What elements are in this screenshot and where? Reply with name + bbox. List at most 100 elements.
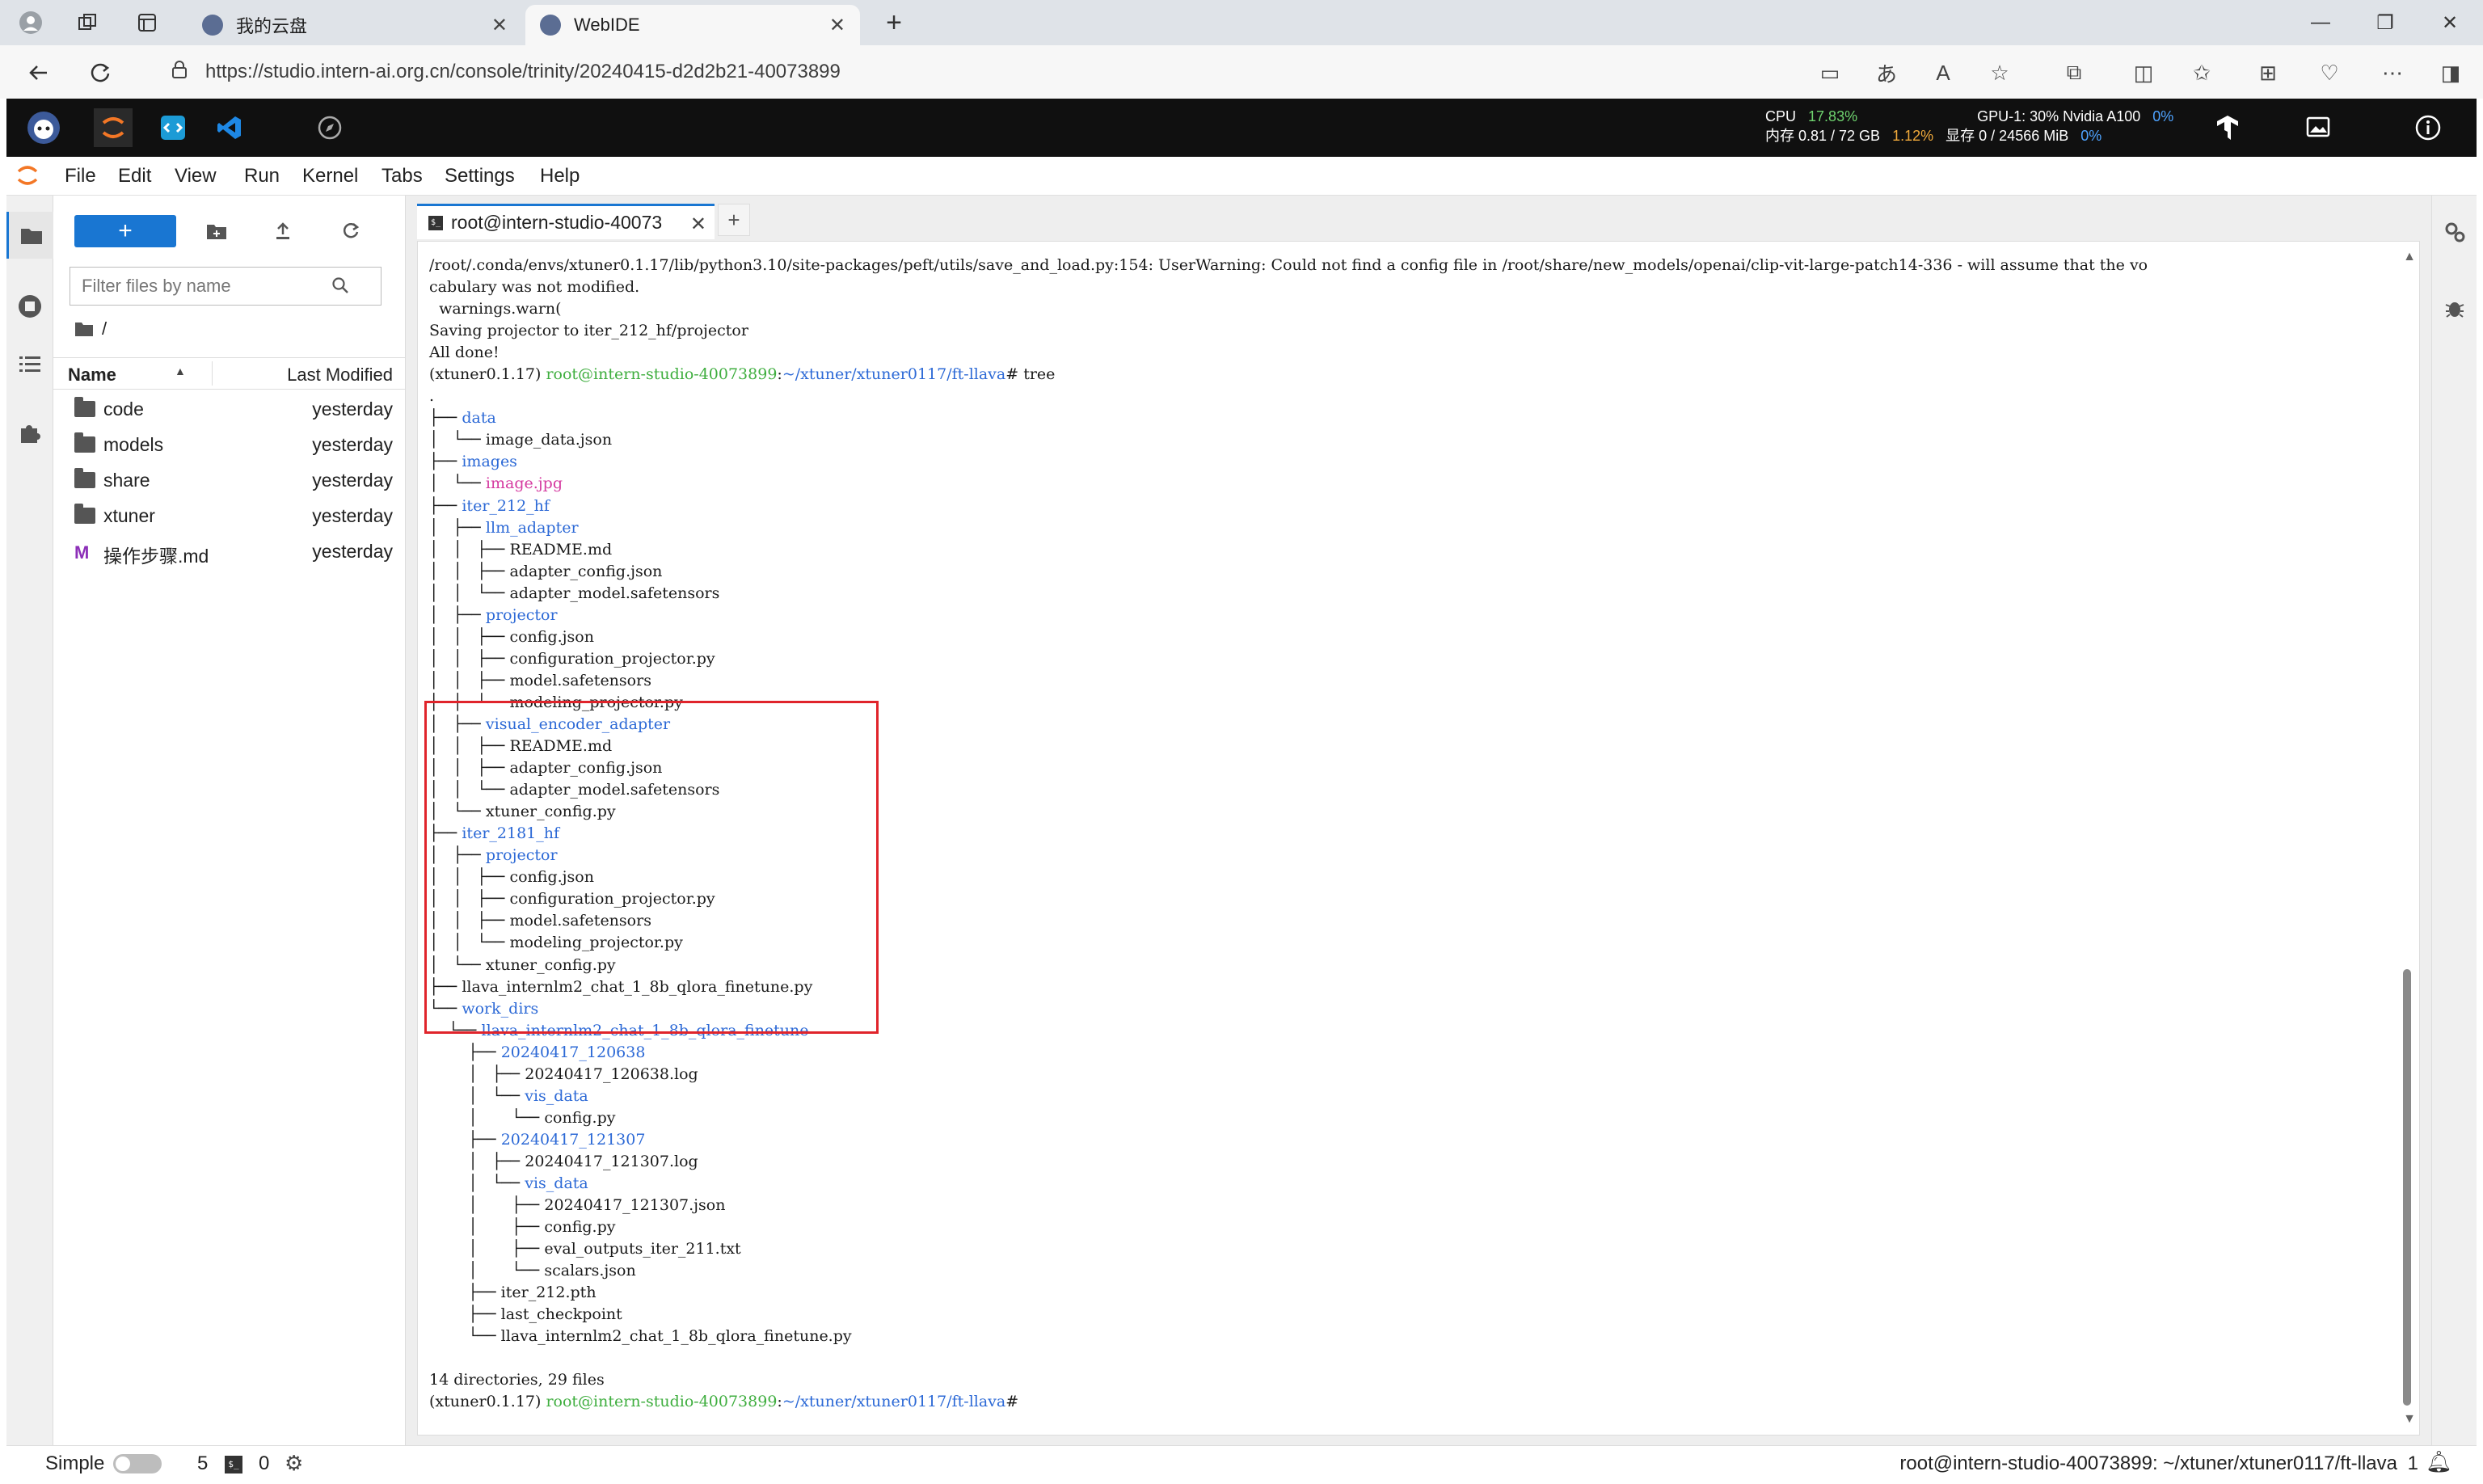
jupyter-logo-icon bbox=[16, 163, 40, 188]
home-folder-icon[interactable] bbox=[74, 321, 94, 337]
markdown-file-icon: M bbox=[74, 542, 90, 563]
scroll-up-arrow-icon[interactable]: ▲ bbox=[2403, 250, 2416, 264]
split-screen-icon[interactable]: ◫ bbox=[2126, 55, 2161, 91]
intern-logo-icon[interactable] bbox=[24, 108, 63, 147]
simple-mode-toggle[interactable] bbox=[113, 1454, 162, 1473]
menu-settings[interactable]: Settings bbox=[445, 165, 515, 188]
menu-tabs[interactable]: Tabs bbox=[382, 165, 423, 188]
menu-edit[interactable]: Edit bbox=[118, 165, 151, 188]
terminal-text: ├── bbox=[429, 1130, 501, 1149]
reload-icon[interactable] bbox=[82, 55, 118, 91]
tab-terminal-label: root@intern-studio-40073 bbox=[451, 212, 663, 233]
image-tool-icon[interactable] bbox=[2300, 110, 2336, 145]
translate-icon[interactable]: あ bbox=[1869, 55, 1904, 91]
tensorflow-icon[interactable] bbox=[2210, 110, 2245, 145]
profile-icon[interactable] bbox=[15, 6, 47, 39]
refresh-icon[interactable] bbox=[335, 215, 367, 247]
terminal-line: ├── data bbox=[429, 407, 2409, 429]
close-window-button[interactable]: ✕ bbox=[2422, 5, 2478, 40]
terminal-scrollbar-thumb[interactable] bbox=[2403, 969, 2411, 1406]
vram-percent: 0% bbox=[2080, 128, 2102, 144]
table-of-contents-icon[interactable] bbox=[6, 341, 53, 388]
code-editor-icon[interactable] bbox=[154, 108, 192, 147]
file-row[interactable]: share yesterday bbox=[53, 462, 406, 498]
collections-icon[interactable]: ⊞ bbox=[2250, 55, 2286, 91]
minimize-button[interactable]: — bbox=[2292, 5, 2349, 40]
new-launcher-button[interactable]: + bbox=[74, 215, 176, 247]
file-name: share bbox=[103, 470, 150, 491]
clipboard-icon[interactable]: ▭ bbox=[1812, 55, 1848, 91]
browser-tab-webide[interactable]: WebIDE ✕ bbox=[525, 5, 860, 45]
bell-icon[interactable]: 🔔︎ bbox=[2426, 1449, 2452, 1474]
restore-button[interactable]: ❐ bbox=[2357, 5, 2413, 40]
extension-puzzle-icon[interactable] bbox=[6, 409, 53, 456]
menu-kernel[interactable]: Kernel bbox=[302, 165, 358, 188]
favorites-icon[interactable]: ✩ bbox=[2184, 55, 2220, 91]
kernel-count[interactable]: 5 bbox=[197, 1452, 208, 1475]
close-tab-icon[interactable]: ✕ bbox=[491, 14, 508, 37]
close-tab-icon[interactable]: ✕ bbox=[829, 14, 845, 37]
new-tab-button[interactable]: + bbox=[878, 6, 910, 39]
heart-pulse-icon[interactable]: ♡ bbox=[2312, 55, 2347, 91]
workspaces-icon[interactable] bbox=[71, 6, 103, 39]
terminal-count[interactable]: 0 bbox=[259, 1452, 269, 1475]
debugger-bug-icon[interactable] bbox=[2432, 288, 2477, 328]
jupyter-launcher-icon[interactable] bbox=[94, 108, 133, 147]
folder-icon[interactable] bbox=[6, 212, 53, 259]
terminal-line: (xtuner0.1.17) root@intern-studio-400738… bbox=[429, 364, 2409, 386]
kernel-status-gear-icon[interactable]: ⚙ bbox=[285, 1451, 303, 1476]
terminal-text: iter_212_hf bbox=[462, 496, 550, 515]
file-row[interactable]: code yesterday bbox=[53, 391, 406, 427]
terminal-text: Saving projector to iter_212_hf/projecto… bbox=[429, 322, 748, 340]
url-bar[interactable]: https://studio.intern-ai.org.cn/console/… bbox=[142, 50, 2019, 94]
terminal-text: │ └── bbox=[429, 1174, 525, 1192]
scroll-down-arrow-icon[interactable]: ▼ bbox=[2403, 1412, 2416, 1427]
breadcrumb-root[interactable]: / bbox=[102, 318, 107, 339]
file-name: code bbox=[103, 398, 144, 419]
compass-icon[interactable] bbox=[310, 108, 349, 147]
tab-actions-icon[interactable] bbox=[131, 6, 163, 39]
file-row[interactable]: M 操作步骤.md yesterday bbox=[53, 533, 406, 569]
new-folder-icon[interactable] bbox=[200, 215, 233, 247]
new-launcher-tab-button[interactable]: + bbox=[718, 204, 750, 236]
menu-run[interactable]: Run bbox=[244, 165, 280, 188]
terminal-panel[interactable]: /root/.conda/envs/xtuner0.1.17/lib/pytho… bbox=[417, 241, 2420, 1436]
read-aloud-icon[interactable]: A bbox=[1925, 55, 1961, 91]
browser-tab-title: 我的云盘 bbox=[236, 16, 308, 36]
extensions-icon[interactable]: ⧉ bbox=[2056, 55, 2092, 91]
tab-favicon-icon bbox=[202, 15, 223, 36]
file-modified: yesterday bbox=[312, 470, 393, 491]
back-arrow-icon[interactable] bbox=[21, 55, 57, 91]
menu-help[interactable]: Help bbox=[540, 165, 580, 188]
terminal-line: │ ├── 20240417_120638.log bbox=[429, 1064, 2409, 1086]
property-inspector-icon[interactable] bbox=[2432, 212, 2477, 252]
terminal-text: │ ├── 20240417_121307.json bbox=[429, 1196, 726, 1215]
sidebar-icon[interactable]: ◨ bbox=[2433, 55, 2468, 91]
terminal-text: ├── last_checkpoint bbox=[429, 1305, 622, 1324]
url-text[interactable]: https://studio.intern-ai.org.cn/console/… bbox=[205, 61, 841, 83]
file-row[interactable]: models yesterday bbox=[53, 427, 406, 462]
terminal-line: │ │ ├── README.md bbox=[429, 539, 2409, 561]
terminal-line: ├── last_checkpoint bbox=[429, 1304, 2409, 1326]
right-side-bar bbox=[2431, 196, 2477, 1445]
favorite-star-icon[interactable]: ☆ bbox=[1982, 55, 2017, 91]
close-icon[interactable]: ✕ bbox=[690, 213, 706, 236]
info-icon[interactable] bbox=[2410, 110, 2446, 145]
menu-view[interactable]: View bbox=[175, 165, 217, 188]
browser-tab-cloud-drive[interactable]: 我的云盘 ✕ bbox=[188, 5, 522, 45]
upload-icon[interactable] bbox=[267, 215, 299, 247]
vscode-icon[interactable] bbox=[210, 108, 249, 147]
column-name[interactable]: Name bbox=[68, 365, 116, 386]
simple-mode-label: Simple bbox=[45, 1452, 105, 1474]
more-icon[interactable]: ⋯ bbox=[2375, 55, 2410, 91]
column-last-modified[interactable]: Last Modified bbox=[287, 365, 393, 386]
tab-favicon-icon bbox=[540, 15, 561, 36]
tab-terminal[interactable]: $_ root@intern-studio-40073 ✕ bbox=[417, 204, 715, 239]
file-row[interactable]: xtuner yesterday bbox=[53, 498, 406, 533]
running-sessions-icon[interactable] bbox=[6, 283, 53, 330]
terminal-line: │ ├── config.py bbox=[429, 1216, 2409, 1238]
terminal-text: (xtuner0.1.17) bbox=[429, 365, 546, 384]
terminal-text: 20240417_120638 bbox=[500, 1043, 646, 1061]
terminal-text: warnings.warn( bbox=[429, 300, 562, 318]
menu-file[interactable]: File bbox=[65, 165, 96, 188]
